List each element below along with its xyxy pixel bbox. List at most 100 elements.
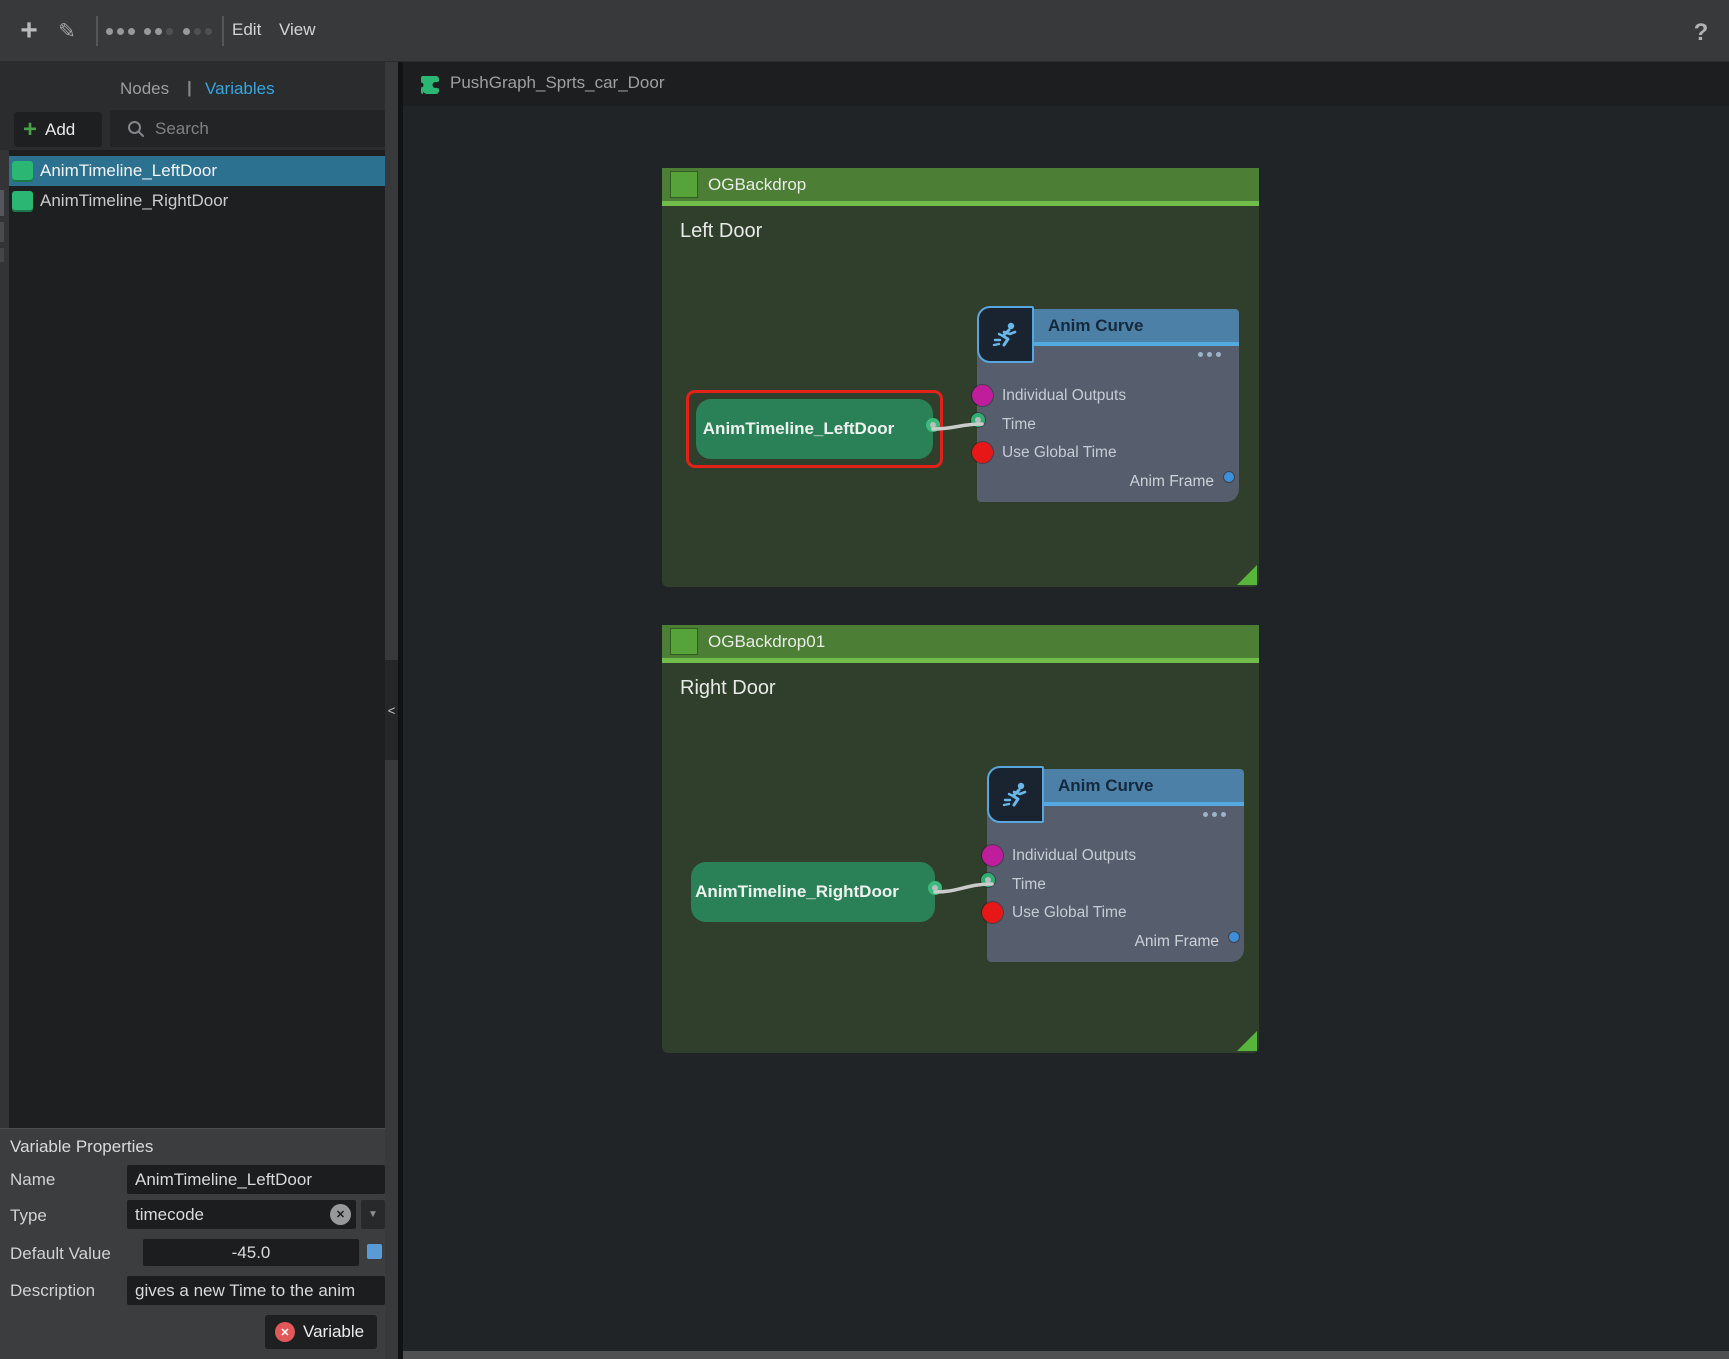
backdrop-label: Left Door [680, 220, 762, 243]
node-title: AnimTimeline_RightDoor [691, 862, 903, 922]
default-value-color-swatch[interactable] [367, 1244, 382, 1259]
runner-icon [989, 318, 1023, 352]
horizontal-scrollbar[interactable] [403, 1351, 1729, 1359]
remove-variable-button[interactable]: ✕ Variable [265, 1315, 377, 1349]
variable-name: AnimTimeline_LeftDoor [40, 161, 217, 181]
node-animtimeline-rightdoor[interactable]: AnimTimeline_RightDoor [691, 862, 935, 922]
backdrop-label: Right Door [680, 677, 776, 700]
backdrop-header[interactable]: OGBackdrop [662, 168, 1259, 201]
default-value-label: Default Value [10, 1244, 111, 1264]
name-label: Name [10, 1170, 55, 1190]
variable-properties-panel: Variable Properties Name AnimTimeline_Le… [0, 1128, 385, 1359]
name-field[interactable]: AnimTimeline_LeftDoor [127, 1165, 385, 1194]
search-input[interactable] [155, 119, 355, 139]
variable-list-item[interactable]: AnimTimeline_RightDoor [9, 186, 385, 216]
variable-type-swatch-icon [12, 161, 33, 182]
clear-type-icon[interactable]: ✕ [330, 1204, 351, 1225]
port-label: Use Global Time [1012, 904, 1127, 922]
port-anim-frame[interactable] [1224, 472, 1234, 482]
port-label: Use Global Time [1002, 444, 1117, 462]
tab-nodes[interactable]: Nodes [120, 79, 169, 99]
port-individual-outputs[interactable] [972, 385, 993, 406]
node-header[interactable]: Anim Curve [1034, 309, 1239, 342]
backdrop-color-swatch-icon [670, 628, 698, 655]
node-accent-line [1044, 802, 1244, 806]
toolbar-divider [222, 16, 224, 46]
port-anim-frame[interactable] [1229, 932, 1239, 942]
type-dropdown-button[interactable]: ▼ [361, 1200, 385, 1229]
port-time[interactable] [971, 413, 985, 427]
port-label: Time [1002, 416, 1036, 434]
backdrop-accent-line [662, 658, 1259, 663]
panel-title: Variable Properties [10, 1137, 153, 1157]
resize-handle-icon[interactable] [1237, 1031, 1257, 1051]
omnigraph-editor-window: + ✎ Edit View ? Nodes | Variables + Add [0, 0, 1729, 1359]
sidebar-header: Nodes | Variables + Add [0, 62, 385, 150]
menu-edit[interactable]: Edit [232, 20, 261, 40]
node-options-icon[interactable] [1203, 812, 1226, 817]
node-title: Anim Curve [1058, 776, 1153, 796]
port-label: Individual Outputs [1002, 387, 1126, 405]
port-use-global-time[interactable] [972, 442, 993, 463]
port-label: Time [1012, 876, 1046, 894]
panel-gap [398, 62, 403, 1359]
edge-mark [0, 190, 4, 216]
overflow-menu-icon-1[interactable] [102, 14, 138, 48]
edge-mark [0, 248, 4, 262]
help-icon[interactable]: ? [1684, 16, 1718, 50]
port-label: Anim Frame [1089, 473, 1214, 491]
type-field[interactable]: timecode [127, 1200, 356, 1229]
collapse-handle[interactable]: < [385, 660, 398, 760]
edge-mark [0, 222, 4, 242]
backdrop-title: OGBackdrop01 [708, 632, 825, 652]
plus-icon: + [23, 118, 37, 142]
backdrop-color-swatch-icon [670, 171, 698, 198]
variable-search[interactable] [110, 110, 385, 147]
resize-handle-icon[interactable] [1237, 565, 1257, 585]
backdrop-header[interactable]: OGBackdrop01 [662, 625, 1259, 658]
variable-name: AnimTimeline_RightDoor [40, 191, 228, 211]
variable-list: AnimTimeline_LeftDoor AnimTimeline_Right… [0, 150, 385, 1128]
graph-breadcrumb[interactable]: PushGraph_Sprts_car_Door [450, 73, 665, 93]
sidebar-splitter[interactable]: < [385, 62, 398, 1359]
graph-icon [419, 73, 443, 97]
add-variable-button[interactable]: + Add [14, 112, 102, 147]
backdrop-accent-line [662, 201, 1259, 206]
tab-separator: | [187, 78, 192, 98]
node-header[interactable]: Anim Curve [1044, 769, 1244, 802]
collapse-arrow-icon: < [388, 703, 396, 718]
type-label: Type [10, 1206, 47, 1226]
top-toolbar: + ✎ Edit View ? [0, 0, 1729, 62]
selection-outline [686, 390, 943, 468]
overflow-menu-icon-2[interactable] [140, 14, 176, 48]
description-label: Description [10, 1281, 95, 1301]
variable-list-item[interactable]: AnimTimeline_LeftDoor [9, 156, 385, 186]
runner-icon [999, 778, 1033, 812]
node-options-icon[interactable] [1198, 352, 1221, 357]
output-port[interactable] [928, 881, 942, 895]
description-field[interactable]: gives a new Time to the anim [127, 1276, 385, 1305]
port-individual-outputs[interactable] [982, 845, 1003, 866]
edit-pencil-icon[interactable]: ✎ [50, 14, 84, 48]
overflow-menu-icon-3[interactable] [179, 14, 215, 48]
graph-tab-bar: PushGraph_Sprts_car_Door [403, 62, 1729, 106]
port-use-global-time[interactable] [982, 902, 1003, 923]
remove-x-icon: ✕ [275, 1322, 295, 1342]
search-icon [127, 120, 145, 138]
backdrop-title: OGBackdrop [708, 175, 806, 195]
anim-curve-icon-box [977, 306, 1034, 363]
port-label: Anim Frame [1094, 933, 1219, 951]
add-button-label: Add [45, 120, 75, 140]
default-value-field[interactable]: -45.0 [143, 1239, 359, 1266]
node-title: Anim Curve [1048, 316, 1143, 336]
port-time[interactable] [981, 873, 995, 887]
menu-view[interactable]: View [279, 20, 316, 40]
port-label: Individual Outputs [1012, 847, 1136, 865]
new-graph-icon[interactable]: + [12, 14, 46, 48]
variable-type-swatch-icon [12, 191, 33, 212]
left-edge-strip [0, 150, 9, 1128]
remove-button-label: Variable [303, 1322, 364, 1342]
tab-variables[interactable]: Variables [205, 79, 275, 99]
node-accent-line [1034, 342, 1239, 346]
toolbar-divider [96, 16, 98, 46]
